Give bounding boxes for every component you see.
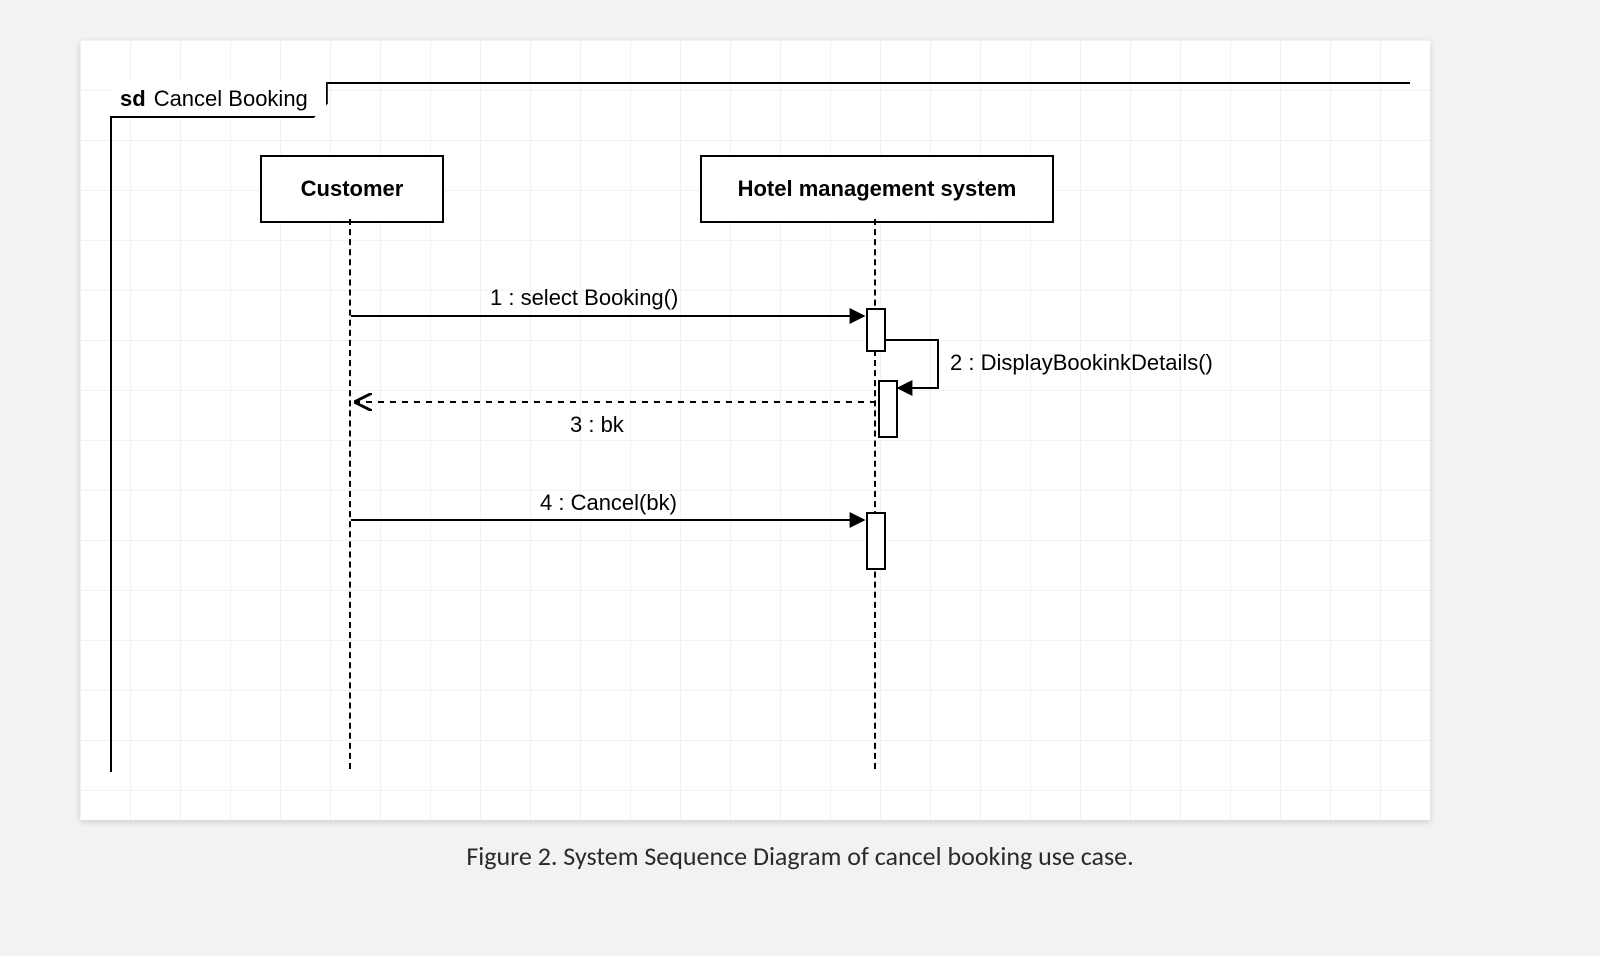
sd-frame-label: sd Cancel Booking	[110, 82, 328, 118]
activation-select-booking	[866, 308, 886, 352]
participant-customer-label: Customer	[301, 176, 404, 202]
activation-cancel	[866, 512, 886, 570]
sd-keyword: sd	[120, 86, 146, 112]
participant-hotel-management-system: Hotel management system	[700, 155, 1054, 223]
message-4-label: 4 : Cancel(bk)	[540, 490, 677, 516]
sd-frame-border-left	[110, 82, 112, 772]
message-3-label: 3 : bk	[570, 412, 624, 438]
participant-customer: Customer	[260, 155, 444, 223]
activation-display-booking-details	[878, 380, 898, 438]
diagram-sheet: sd Cancel Booking Customer Hotel managem…	[80, 40, 1430, 820]
message-2-label: 2 : DisplayBookinkDetails()	[950, 350, 1213, 376]
lifeline-customer	[349, 219, 351, 769]
figure-caption: Figure 2. System Sequence Diagram of can…	[0, 840, 1600, 872]
message-1-label: 1 : select Booking()	[490, 285, 678, 311]
participant-hotel-label: Hotel management system	[738, 176, 1017, 202]
lifeline-hotel	[874, 219, 876, 769]
page: sd Cancel Booking Customer Hotel managem…	[0, 0, 1600, 956]
sd-title: Cancel Booking	[154, 86, 308, 112]
